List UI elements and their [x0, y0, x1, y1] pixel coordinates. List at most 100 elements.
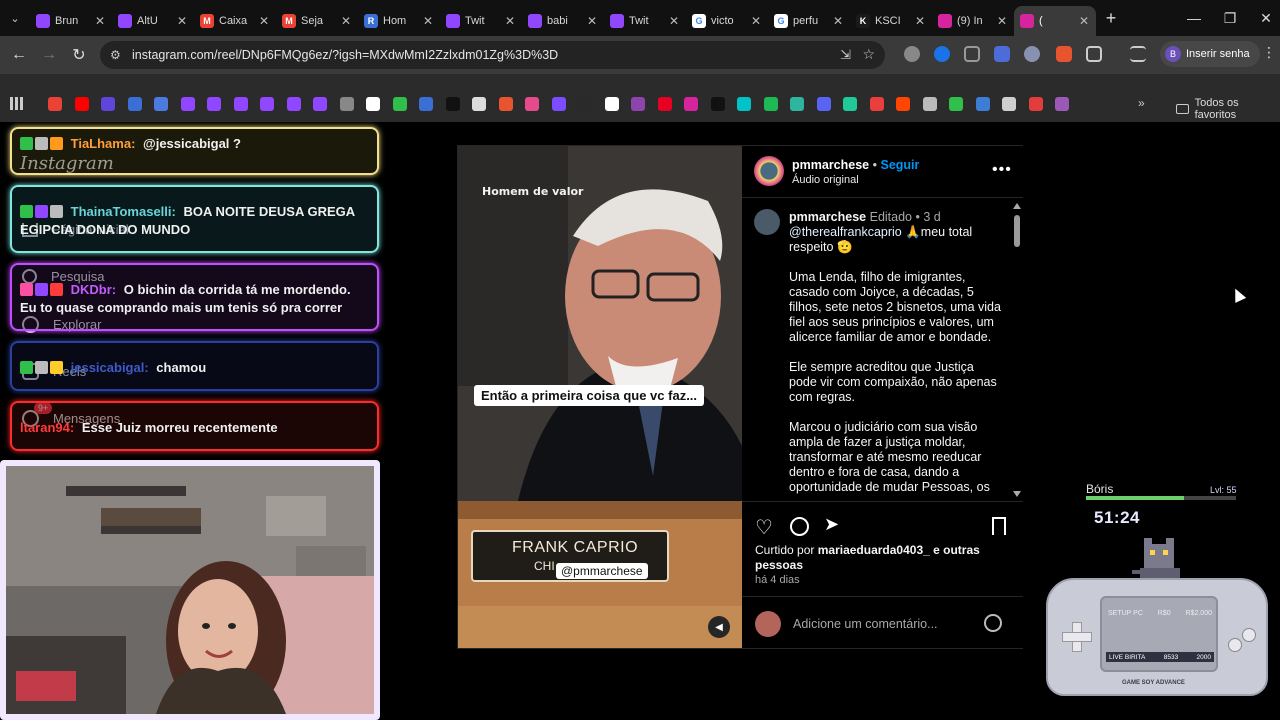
site-info-icon[interactable]: ⚙: [110, 48, 124, 62]
caption-scroll-area[interactable]: pmmarchese Editado • 3 d @therealfrankca…: [742, 201, 1023, 501]
scroll-up-arrow[interactable]: [1013, 203, 1021, 209]
bookmarks-overflow-icon[interactable]: »: [1138, 96, 1145, 110]
follow-button[interactable]: Seguir: [880, 158, 919, 172]
profile-button[interactable]: B Inserir senha: [1160, 41, 1260, 67]
bookmark-icon[interactable]: [1028, 97, 1043, 111]
media-controls-icon[interactable]: [1130, 46, 1146, 62]
extension-icon[interactable]: [1024, 46, 1040, 62]
extension-icon[interactable]: [964, 46, 980, 62]
share-send-icon[interactable]: ➤: [824, 514, 839, 535]
liked-user[interactable]: mariaeduarda0403_: [818, 543, 930, 557]
mute-button[interactable]: ◀: [708, 616, 730, 638]
bookmark-icon[interactable]: [896, 97, 910, 111]
bookmark-icon[interactable]: [710, 97, 725, 111]
tab-close-icon[interactable]: ✕: [422, 14, 434, 28]
tab-search-icon[interactable]: ⌄: [0, 0, 30, 36]
bookmark-icon[interactable]: [74, 97, 89, 111]
bookmark-icon[interactable]: [763, 97, 778, 111]
browser-tab[interactable]: M Caixa ✕: [194, 6, 276, 36]
install-app-icon[interactable]: ⇲: [840, 47, 851, 63]
browser-tab[interactable]: Twit ✕: [604, 6, 686, 36]
browser-tab[interactable]: AltU ✕: [112, 6, 194, 36]
bookmark-icon[interactable]: [180, 97, 195, 111]
scroll-down-arrow[interactable]: [1013, 491, 1021, 497]
extension-icon[interactable]: [1056, 46, 1072, 62]
bookmark-icon[interactable]: [366, 97, 380, 111]
bookmark-icon[interactable]: [260, 97, 274, 111]
bookmark-icon[interactable]: [392, 97, 407, 111]
caption-author[interactable]: pmmarchese: [789, 210, 866, 224]
tab-close-icon[interactable]: ✕: [94, 14, 106, 28]
tab-close-icon[interactable]: ✕: [996, 14, 1008, 28]
bookmark-icon[interactable]: [790, 97, 804, 111]
more-options-icon[interactable]: •••: [992, 161, 1012, 179]
minimize-icon[interactable]: —: [1176, 0, 1212, 36]
bookmark-icon[interactable]: [525, 97, 539, 111]
bookmark-icon[interactable]: [233, 97, 248, 111]
bookmark-icon[interactable]: [498, 97, 513, 111]
scroll-thumb[interactable]: [1014, 215, 1020, 247]
emoji-icon[interactable]: [984, 614, 1002, 632]
bookmark-icon[interactable]: [127, 97, 142, 111]
bookmark-star-icon[interactable]: ☆: [862, 46, 875, 63]
all-bookmarks-button[interactable]: Todos os favoritos: [1176, 97, 1280, 121]
tab-close-icon[interactable]: ✕: [586, 14, 598, 28]
extensions-puzzle-icon[interactable]: [1086, 46, 1102, 62]
bookmark-icon[interactable]: [1055, 97, 1069, 111]
author-name[interactable]: pmmarchese: [792, 158, 869, 172]
bookmark-icon[interactable]: [949, 97, 963, 111]
bookmark-icon[interactable]: [419, 97, 433, 111]
bookmark-icon[interactable]: [339, 97, 354, 111]
comment-input[interactable]: Adicione um comentário...: [793, 617, 938, 631]
bookmark-icon[interactable]: [631, 97, 645, 111]
bookmark-icon[interactable]: [604, 97, 619, 111]
bookmark-icon[interactable]: [101, 97, 115, 111]
tab-close-icon[interactable]: ✕: [668, 14, 680, 28]
forward-icon[interactable]: →: [34, 40, 64, 70]
bookmark-icon[interactable]: [684, 97, 698, 111]
extension-icon[interactable]: [934, 46, 950, 62]
bookmark-icon[interactable]: [975, 97, 990, 111]
tab-close-icon[interactable]: ✕: [340, 14, 352, 28]
audio-label[interactable]: Áudio original: [792, 174, 859, 186]
browser-tab[interactable]: R Hom ✕: [358, 6, 440, 36]
browser-tab[interactable]: Twit ✕: [440, 6, 522, 36]
browser-tab[interactable]: Gperfu ✕: [768, 6, 850, 36]
bookmark-icon[interactable]: [816, 97, 831, 111]
comment-icon[interactable]: [790, 517, 809, 536]
reload-icon[interactable]: ↻: [64, 40, 94, 70]
bookmark-icon[interactable]: [207, 97, 221, 111]
bookmark-icon[interactable]: [445, 97, 460, 111]
tab-close-icon[interactable]: ✕: [504, 14, 516, 28]
extension-icon[interactable]: [994, 46, 1010, 62]
tab-close-icon[interactable]: ✕: [258, 14, 270, 28]
save-bookmark-icon[interactable]: [992, 517, 1006, 535]
tab-close-icon[interactable]: ✕: [914, 14, 926, 28]
back-icon[interactable]: ←: [4, 40, 34, 70]
bookmark-icon[interactable]: [48, 97, 62, 111]
bookmark-icon[interactable]: [922, 97, 937, 111]
bookmark-icon[interactable]: [737, 97, 751, 111]
tab-close-icon[interactable]: ✕: [176, 14, 188, 28]
browser-tab[interactable]: K KSCI ✕: [850, 6, 932, 36]
address-bar[interactable]: ⚙ instagram.com/reel/DNp6FMQg6ez/?igsh=M…: [100, 41, 885, 69]
close-window-icon[interactable]: ✕: [1248, 0, 1280, 36]
bookmark-icon[interactable]: [286, 97, 301, 111]
browser-tab[interactable]: M Seja ✕: [276, 6, 358, 36]
new-tab-button[interactable]: +: [1096, 0, 1126, 36]
apps-grid-icon[interactable]: [10, 97, 23, 110]
reel-video[interactable]: Homem de valor Então a primeira coisa qu…: [458, 146, 742, 648]
bookmark-icon[interactable]: [1002, 97, 1016, 111]
tab-close-icon[interactable]: ✕: [832, 14, 844, 28]
bookmark-icon[interactable]: [472, 97, 486, 111]
author-avatar[interactable]: [754, 156, 784, 186]
browser-tab[interactable]: (9) In ✕: [932, 6, 1014, 36]
caption-scrollbar[interactable]: [1012, 201, 1022, 499]
tab-close-icon[interactable]: ✕: [1078, 14, 1090, 28]
caption-mention[interactable]: @therealfrankcaprio: [789, 225, 902, 239]
bookmark-icon[interactable]: [843, 97, 857, 111]
bookmark-icon[interactable]: [154, 97, 168, 111]
browser-tab[interactable]: babi ✕: [522, 6, 604, 36]
browser-tab[interactable]: (✕: [1014, 6, 1096, 36]
bookmark-icon[interactable]: [578, 97, 592, 111]
